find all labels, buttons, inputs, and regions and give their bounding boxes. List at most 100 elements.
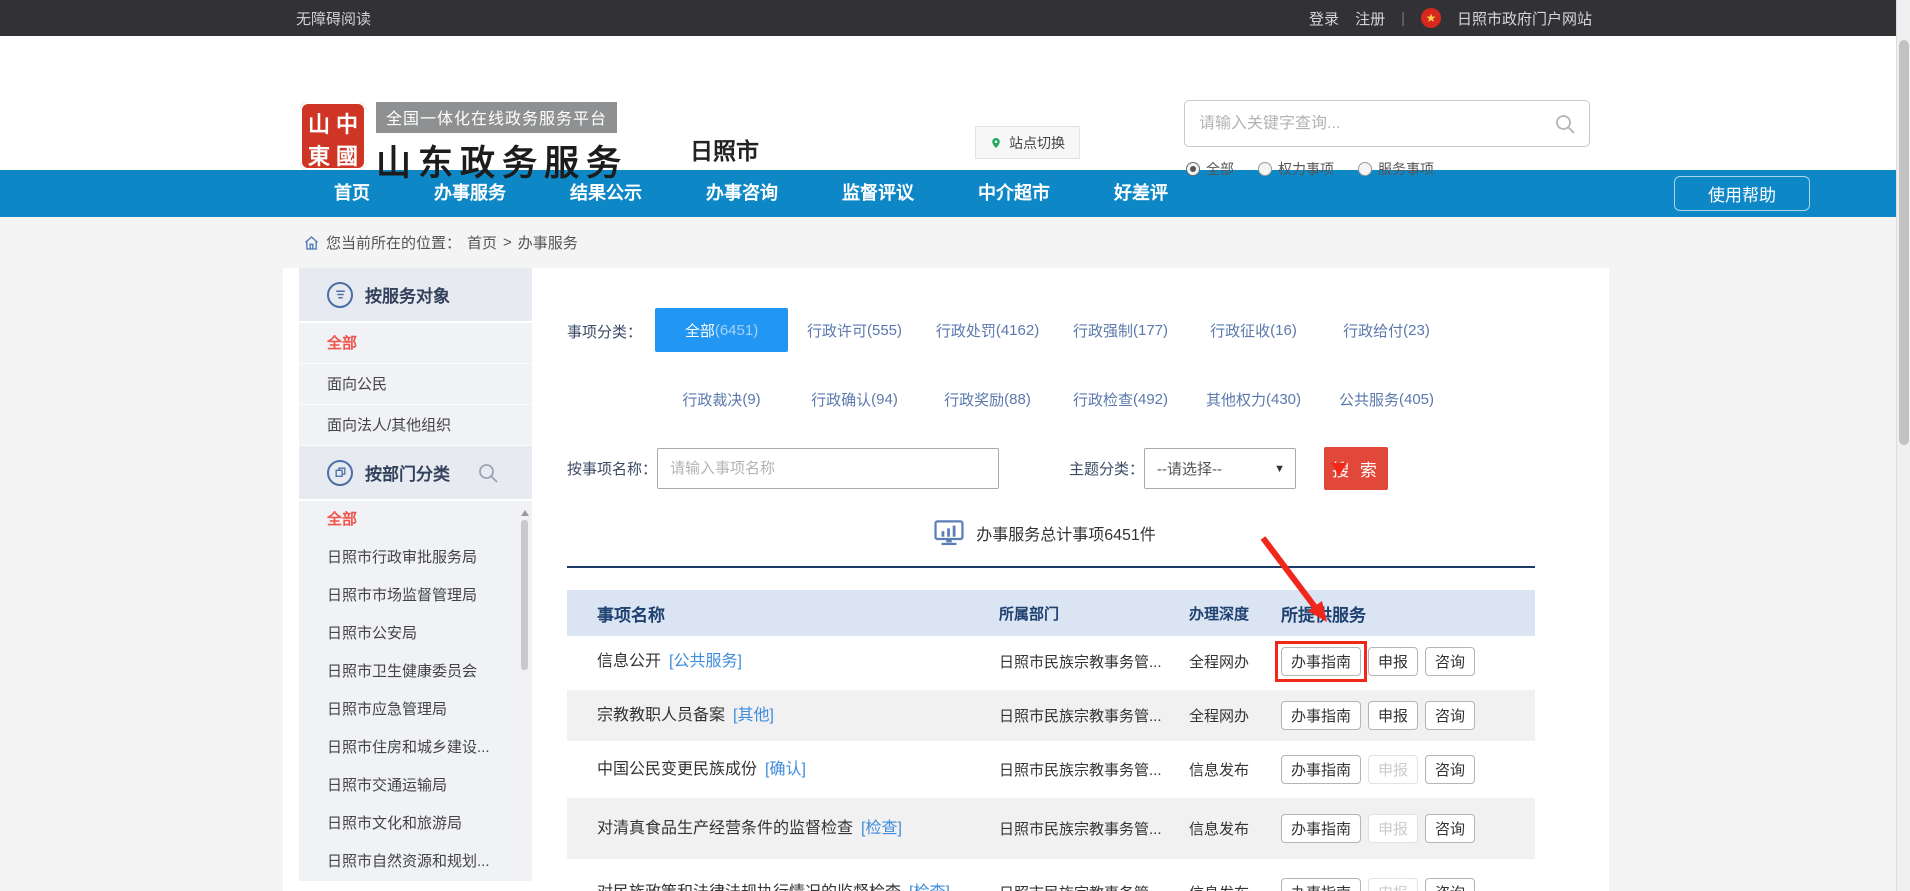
keyword-search-input[interactable] <box>1185 115 1553 133</box>
portal-link[interactable]: 日照市政府门户网站 <box>1457 8 1592 29</box>
topbar-divider: | <box>1401 10 1405 27</box>
topic-label: 主题分类： <box>1069 458 1144 479</box>
category-item[interactable]: 其他权力(430) <box>1187 377 1320 421</box>
dropdown-arrow-icon: ▼ <box>1274 463 1285 475</box>
category-item[interactable]: 行政确认(94) <box>788 377 921 421</box>
item-tag[interactable]: [公共服务] <box>669 653 742 670</box>
accessibility-link[interactable]: 无障碍阅读 <box>296 8 371 29</box>
item-department: 日照市民族宗教事务管... <box>999 759 1189 780</box>
breadcrumb-prefix: 您当前所在的位置： <box>326 232 461 253</box>
guide-button[interactable]: 办事指南 <box>1281 647 1361 676</box>
item-tag[interactable]: [其他] <box>733 707 774 724</box>
dept-item[interactable]: 日照市自然资源和规划... <box>299 843 532 881</box>
breadcrumb-separator: > <box>503 234 512 251</box>
help-button[interactable]: 使用帮助 <box>1674 176 1810 211</box>
guide-button[interactable]: 办事指南 <box>1281 755 1361 784</box>
category-item[interactable]: 行政强制(177) <box>1054 308 1187 352</box>
scope-radio-all[interactable]: 全部 <box>1186 159 1234 179</box>
consult-button[interactable]: 咨询 <box>1425 647 1475 676</box>
nav-item-supervision[interactable]: 监督评议 <box>810 170 946 217</box>
item-name[interactable]: 对民族政策和法律法规执行情况的监督检查 <box>597 884 901 891</box>
consult-button[interactable]: 咨询 <box>1425 701 1475 730</box>
dept-item-all[interactable]: 全部 <box>299 501 532 539</box>
category-item[interactable]: 公共服务(405) <box>1320 377 1453 421</box>
scope-radio-power[interactable]: 权力事项 <box>1258 159 1334 179</box>
category-item[interactable]: 行政给付(23) <box>1320 308 1453 352</box>
search-button[interactable]: 搜 索 <box>1324 447 1388 490</box>
topbar: 无障碍阅读 登录 注册 | ★ 日照市政府门户网站 <box>0 0 1910 36</box>
department-scrollbar[interactable] <box>520 507 529 877</box>
category-item[interactable]: 行政许可(555) <box>788 308 921 352</box>
item-name[interactable]: 信息公开 <box>597 653 661 670</box>
item-tag[interactable]: [检查] <box>861 820 902 837</box>
register-link[interactable]: 注册 <box>1355 8 1385 29</box>
scope-radio-service[interactable]: 服务事项 <box>1358 159 1434 179</box>
item-name-input[interactable] <box>657 448 999 489</box>
item-tag[interactable]: [确认] <box>765 761 806 778</box>
site-logo[interactable]: 山中 東國 全国一体化在线政务服务平台 山东政务服务 <box>300 102 628 186</box>
department-header: 按部门分类 <box>299 446 532 501</box>
item-name[interactable]: 宗教教职人员备案 <box>597 707 725 724</box>
dept-item[interactable]: 日照市卫生健康委员会 <box>299 653 532 691</box>
page-scrollbar-thumb[interactable] <box>1899 40 1909 445</box>
apply-button[interactable]: 申报 <box>1368 701 1418 730</box>
category-item[interactable]: 行政检查(492) <box>1054 377 1187 421</box>
location-pin-icon <box>990 137 1002 149</box>
table-row: 对清真食品生产经营条件的监督检查[检查] 日照市民族宗教事务管... 信息发布 … <box>567 798 1535 862</box>
sidebar-item-legal-person[interactable]: 面向法人/其他组织 <box>299 405 532 446</box>
dept-item[interactable]: 日照市公安局 <box>299 615 532 653</box>
main-area: 事项分类： 全部(6451) 行政许可(555) 行政处罚(4162) 行政强制… <box>532 268 1609 891</box>
item-name[interactable]: 中国公民变更民族成份 <box>597 761 757 778</box>
nav-item-review[interactable]: 好差评 <box>1082 170 1200 217</box>
category-item[interactable]: 行政征收(16) <box>1187 308 1320 352</box>
col-department: 所属部门 <box>999 603 1189 624</box>
dept-item[interactable]: 日照市住房和城乡建设... <box>299 729 532 767</box>
guide-button[interactable]: 办事指南 <box>1281 701 1361 730</box>
item-department: 日照市民族宗教事务管... <box>999 651 1189 672</box>
table-header: 事项名称 所属部门 办理深度 所提供服务 <box>567 590 1535 636</box>
search-icon[interactable] <box>1553 112 1577 136</box>
consult-button[interactable]: 咨询 <box>1425 878 1475 891</box>
category-all[interactable]: 全部(6451) <box>655 308 788 352</box>
dept-item[interactable]: 日照市市场监督管理局 <box>299 577 532 615</box>
sidebar-item-target-all[interactable]: 全部 <box>299 323 532 364</box>
dept-item[interactable]: 日照市交通运输局 <box>299 767 532 805</box>
sidebar: 按服务对象 全部 面向公民 面向法人/其他组织 按部门分类 全部 日照市行政审批… <box>299 268 532 891</box>
topic-select[interactable]: --请选择-- ▼ <box>1144 448 1296 489</box>
dept-item[interactable]: 日照市行政审批服务局 <box>299 539 532 577</box>
consult-button[interactable]: 咨询 <box>1425 814 1475 843</box>
guide-button[interactable]: 办事指南 <box>1281 814 1361 843</box>
breadcrumb-home[interactable]: 首页 <box>467 232 497 253</box>
scrollbar-thumb[interactable] <box>521 520 528 670</box>
category-item[interactable]: 行政奖励(88) <box>921 377 1054 421</box>
item-name[interactable]: 对清真食品生产经营条件的监督检查 <box>597 820 853 837</box>
category-label: 事项分类： <box>567 308 655 421</box>
breadcrumb-current[interactable]: 办事服务 <box>518 232 578 253</box>
scroll-up-icon[interactable] <box>521 510 529 516</box>
dept-item[interactable]: 日照市文化和旅游局 <box>299 805 532 843</box>
item-tag[interactable]: [检查] <box>909 884 950 891</box>
page-scrollbar[interactable] <box>1896 0 1910 891</box>
breadcrumb: 您当前所在的位置： 首页 > 办事服务 <box>0 217 1910 268</box>
shandong-seal-logo: 山中 東國 <box>300 102 366 170</box>
dept-item[interactable]: 日照市应急管理局 <box>299 691 532 729</box>
apply-button[interactable]: 申报 <box>1368 647 1418 676</box>
consult-button[interactable]: 咨询 <box>1425 755 1475 784</box>
guide-button[interactable]: 办事指南 <box>1281 878 1361 891</box>
department-search-icon[interactable] <box>476 461 500 485</box>
item-name-label: 按事项名称： <box>567 458 657 479</box>
login-link[interactable]: 登录 <box>1309 8 1339 29</box>
item-search-row: 按事项名称： 主题分类： --请选择-- ▼ 搜 索 <box>567 447 1609 490</box>
category-item[interactable]: 行政裁决(9) <box>655 377 788 421</box>
sidebar-item-citizen[interactable]: 面向公民 <box>299 364 532 405</box>
radio-icon <box>1258 162 1272 176</box>
service-target-header: 按服务对象 <box>299 268 532 323</box>
nav-item-agency[interactable]: 中介超市 <box>946 170 1082 217</box>
site-switch-button[interactable]: 站点切换 <box>975 126 1080 159</box>
keyword-search-box <box>1184 100 1590 147</box>
nav-item-consult[interactable]: 办事咨询 <box>674 170 810 217</box>
category-item[interactable]: 行政处罚(4162) <box>921 308 1054 352</box>
col-services: 所提供服务 <box>1281 601 1535 626</box>
item-department: 日照市民族宗教事务管... <box>999 705 1189 726</box>
annotation-highlight-box: 办事指南 <box>1275 641 1367 682</box>
